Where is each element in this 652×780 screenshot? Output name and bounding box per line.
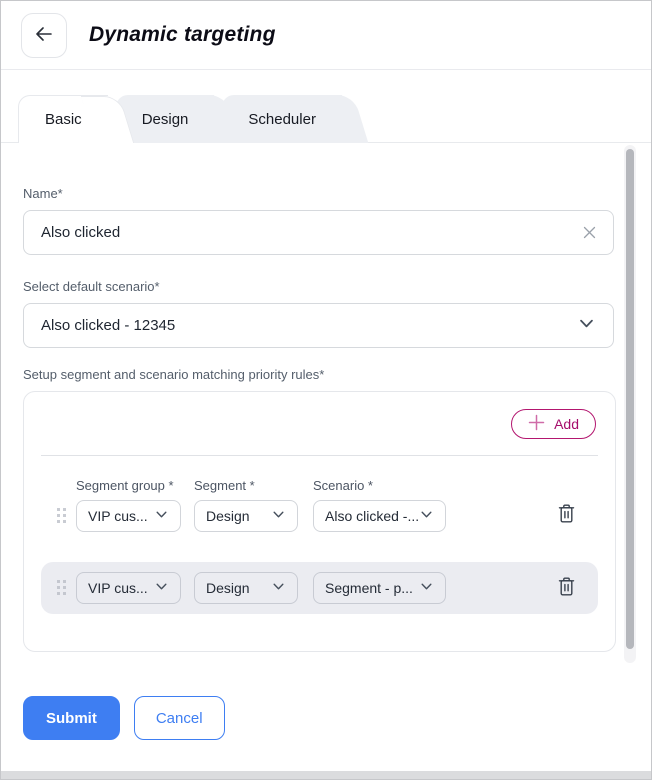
segment-group-column: VIP cus... xyxy=(76,572,181,604)
trash-icon xyxy=(557,503,576,527)
trash-icon xyxy=(557,576,576,600)
tab-basic[interactable]: Basic xyxy=(18,95,108,143)
segment-group-select[interactable]: VIP cus... xyxy=(76,572,181,604)
scenario-header: Scenario * xyxy=(313,478,446,493)
tab-scheduler[interactable]: Scheduler xyxy=(222,95,342,143)
segment-group-select[interactable]: VIP cus... xyxy=(76,500,181,532)
default-scenario-label: Select default scenario* xyxy=(23,279,651,294)
name-input-value: Also clicked xyxy=(41,224,583,241)
segment-select[interactable]: Design xyxy=(194,572,298,604)
submit-button[interactable]: Submit xyxy=(23,696,120,740)
tab-bar: Basic Design Scheduler xyxy=(1,95,651,143)
segment-select[interactable]: Design xyxy=(194,500,298,532)
name-field: Name* Also clicked xyxy=(23,186,651,255)
tab-design-label: Design xyxy=(142,111,189,128)
chevron-down-icon xyxy=(419,579,434,597)
chevron-down-icon xyxy=(154,507,169,525)
default-scenario-field: Select default scenario* Also clicked - … xyxy=(23,279,651,348)
footer: Submit Cancel xyxy=(1,696,651,740)
rules-rows: Segment group * VIP cus... xyxy=(41,456,598,651)
chevron-down-icon xyxy=(271,507,286,525)
rule-row: VIP cus... Design xyxy=(41,562,598,614)
segment-column: Design xyxy=(194,572,298,604)
rules-toolbar: Add xyxy=(41,407,598,439)
back-arrow-icon xyxy=(35,27,53,44)
page-title: Dynamic targeting xyxy=(89,23,276,47)
chevron-down-icon xyxy=(154,579,169,597)
segment-group-header: Segment group * xyxy=(76,478,181,493)
rule-row: Segment group * VIP cus... xyxy=(41,478,598,532)
name-input[interactable]: Also clicked xyxy=(23,210,614,255)
chevron-down-icon xyxy=(577,314,596,337)
delete-rule-button[interactable] xyxy=(557,503,576,527)
delete-rule-button[interactable] xyxy=(557,576,576,600)
scenario-select[interactable]: Also clicked -... xyxy=(313,500,446,532)
header: Dynamic targeting xyxy=(1,1,651,70)
rules-label: Setup segment and scenario matching prio… xyxy=(23,367,651,382)
cancel-button[interactable]: Cancel xyxy=(134,696,225,740)
drag-handle-icon[interactable] xyxy=(57,580,67,596)
rules-field: Setup segment and scenario matching prio… xyxy=(23,367,651,652)
chevron-down-icon xyxy=(271,579,286,597)
tab-basic-label: Basic xyxy=(45,111,82,128)
scenario-column: Segment - p... xyxy=(313,572,446,604)
tab-scheduler-label: Scheduler xyxy=(248,111,316,128)
page-bottom-edge xyxy=(1,771,651,779)
segment-group-column: Segment group * VIP cus... xyxy=(76,478,181,532)
add-rule-label: Add xyxy=(554,416,579,432)
chevron-down-icon xyxy=(419,507,434,525)
segment-header: Segment * xyxy=(194,478,298,493)
add-rule-button[interactable]: Add xyxy=(511,409,596,439)
name-label: Name* xyxy=(23,186,651,201)
default-scenario-value: Also clicked - 12345 xyxy=(41,317,577,334)
segment-column: Segment * Design xyxy=(194,478,298,532)
app-window: Dynamic targeting Basic Design Scheduler… xyxy=(0,0,652,780)
rules-container: Add Segment gro xyxy=(23,391,616,652)
scenario-select[interactable]: Segment - p... xyxy=(313,572,446,604)
back-button[interactable] xyxy=(21,13,67,58)
default-scenario-select[interactable]: Also clicked - 12345 xyxy=(23,303,614,348)
plus-icon xyxy=(528,414,545,434)
clear-icon[interactable] xyxy=(583,226,596,239)
scenario-column: Scenario * Also clicked -... xyxy=(313,478,446,532)
drag-handle-icon[interactable] xyxy=(57,508,67,524)
tab-panel-basic: Name* Also clicked Select default scenar… xyxy=(1,142,651,674)
